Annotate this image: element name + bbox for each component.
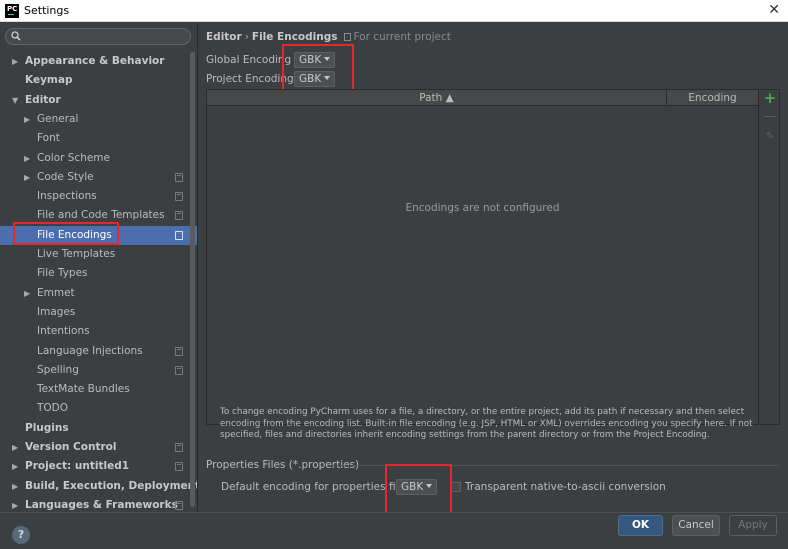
table-header: Path ▲ Encoding — [207, 90, 758, 106]
sidebar-item-spelling[interactable]: Spelling — [0, 361, 197, 380]
sidebar-item-label: Keymap — [25, 74, 73, 87]
sidebar-item-label: Inspections — [37, 190, 97, 203]
collapsed-arrow-icon[interactable]: ▶ — [12, 52, 18, 71]
sidebar-item-label: TODO — [37, 402, 69, 415]
sidebar-item-label: Project: untitled1 — [25, 460, 130, 473]
sidebar-item-label: File Types — [37, 267, 88, 280]
sidebar-item-inspections[interactable]: Inspections — [0, 187, 197, 206]
collapsed-arrow-icon[interactable]: ▶ — [24, 149, 30, 168]
apply-button[interactable]: Apply — [729, 515, 777, 536]
collapsed-arrow-icon[interactable]: ▶ — [24, 168, 30, 187]
collapsed-arrow-icon[interactable]: ▶ — [24, 284, 30, 303]
table-toolbar: + — ✎ — [760, 89, 780, 425]
project-scope-icon — [175, 365, 183, 375]
sidebar-item-version-control[interactable]: ▶ Version Control — [0, 438, 197, 457]
collapsed-arrow-icon[interactable]: ▶ — [24, 110, 30, 129]
sidebar-item-editor[interactable]: ▼ Editor — [0, 91, 197, 110]
sidebar-item-general[interactable]: ▶ General — [0, 110, 197, 129]
breadcrumb-editor: Editor — [206, 31, 242, 43]
sidebar-item-intentions[interactable]: Intentions — [0, 322, 197, 341]
encoding-help-text: To change encoding PyCharm uses for a fi… — [220, 407, 753, 440]
project-scope-icon — [175, 172, 183, 182]
sidebar-item-label: TextMate Bundles — [37, 383, 130, 396]
global-encoding-label: Global Encoding — [206, 54, 292, 66]
sidebar-item-label: Version Control — [25, 441, 117, 453]
sidebar-item-label: Language Injections — [37, 344, 143, 357]
sidebar-item-label: Spelling — [37, 363, 79, 376]
project-scope-icon — [175, 346, 183, 356]
project-scope-icon — [175, 443, 183, 452]
sidebar-item-label: Editor — [25, 93, 61, 106]
sidebar-item-font[interactable]: Font — [0, 129, 197, 148]
breadcrumb: Editor › File Encodings For current project — [206, 31, 451, 43]
sidebar-item-appearance-behavior[interactable]: ▶ Appearance & Behavior — [0, 52, 197, 71]
dialog-button-bar — [0, 512, 788, 549]
sidebar-item-label: Code Style — [37, 170, 94, 183]
breadcrumb-file-encodings: File Encodings — [251, 31, 338, 43]
sidebar-item-emmet[interactable]: ▶ Emmet — [0, 284, 197, 303]
ok-button[interactable]: OK — [618, 515, 663, 536]
sidebar-item-label: Plugins — [25, 421, 69, 434]
sidebar-item-language-injections[interactable]: Language Injections — [0, 342, 197, 361]
sidebar-item-textmate-bundles[interactable]: TextMate Bundles — [0, 380, 197, 399]
project-scope-icon — [175, 192, 183, 202]
project-scope-icon — [175, 500, 183, 510]
help-button[interactable]: ? — [12, 526, 30, 544]
sidebar-item-color-scheme[interactable]: ▶ Color Scheme — [0, 149, 197, 168]
encodings-table: Path ▲ Encoding Encodings are not config… — [206, 89, 759, 425]
sidebar-item-label: Build, Execution, Deployment — [25, 479, 201, 492]
pycharm-app-icon: PC — [5, 4, 19, 18]
sidebar-item-keymap[interactable]: Keymap — [0, 71, 197, 90]
column-header-encoding[interactable]: Encoding — [667, 90, 758, 106]
column-header-path[interactable]: Path ▲ — [207, 90, 667, 106]
title-bar: PC Settings ✕ — [0, 0, 788, 22]
sidebar-item-images[interactable]: Images — [0, 303, 197, 322]
expanded-arrow-icon[interactable]: ▼ — [12, 91, 18, 110]
sidebar-item-code-style[interactable]: ▶ Code Style — [0, 168, 197, 187]
app-icon-text: PC — [7, 5, 18, 13]
sidebar-item-file-types[interactable]: File Types — [0, 264, 197, 283]
collapsed-arrow-icon[interactable]: ▶ — [12, 438, 18, 457]
empty-table-message: Encodings are not configured — [405, 202, 560, 214]
sidebar-item-plugins[interactable]: Plugins — [0, 419, 197, 438]
highlight-box-sidebar — [13, 222, 119, 245]
project-scope-icon — [175, 211, 183, 221]
sidebar-item-label: Live Templates — [37, 248, 116, 260]
collapsed-arrow-icon[interactable]: ▶ — [12, 477, 18, 496]
project-scope-icon — [175, 230, 183, 240]
scope-label: For current project — [343, 31, 451, 43]
sidebar-item-live-templates[interactable]: Live Templates — [0, 245, 197, 264]
project-encoding-label: Project Encoding — [206, 73, 294, 85]
breadcrumb-separator: › — [244, 31, 249, 43]
sidebar-item-label: Emmet — [37, 286, 75, 299]
sidebar-item-build-execution-deployment[interactable]: ▶ Build, Execution, Deployment — [0, 477, 201, 496]
sidebar-item-label: General — [37, 112, 79, 125]
transparent-conversion-checkbox[interactable] — [451, 482, 461, 492]
sidebar-item-label: Appearance & Behavior — [25, 55, 165, 67]
project-scope-icon — [175, 462, 183, 472]
file-encodings-panel: Editor › File Encodings For current project… — [197, 22, 788, 515]
cancel-button[interactable]: Cancel — [672, 515, 720, 536]
add-icon[interactable]: + — [763, 91, 777, 106]
edit-icon[interactable]: ✎ — [763, 130, 777, 144]
sidebar-item-project-untitled1[interactable]: ▶ Project: untitled1 — [0, 457, 197, 476]
sidebar-scrollbar[interactable] — [190, 52, 195, 507]
remove-icon[interactable]: — — [763, 110, 777, 124]
search-icon — [11, 31, 21, 41]
sidebar-item-label: Intentions — [37, 325, 90, 338]
sidebar-item-label: Font — [37, 132, 60, 145]
transparent-conversion-label: Transparent native-to-ascii conversion — [465, 481, 666, 493]
highlight-box-properties — [385, 464, 452, 515]
collapsed-arrow-icon[interactable]: ▶ — [12, 457, 18, 476]
window-title: Settings — [24, 4, 70, 17]
close-icon[interactable]: ✕ — [768, 2, 780, 18]
settings-sidebar: ▶ Appearance & Behavior Keymap ▼ Editor ▶ Gene… — [0, 22, 201, 512]
project-scope-icon — [343, 33, 351, 41]
sidebar-item-todo[interactable]: TODO — [0, 399, 197, 418]
sidebar-item-label: Images — [37, 305, 76, 318]
search-input[interactable] — [5, 28, 191, 45]
sidebar-item-label: Color Scheme — [37, 151, 110, 164]
scope-text: For current project — [353, 31, 451, 43]
